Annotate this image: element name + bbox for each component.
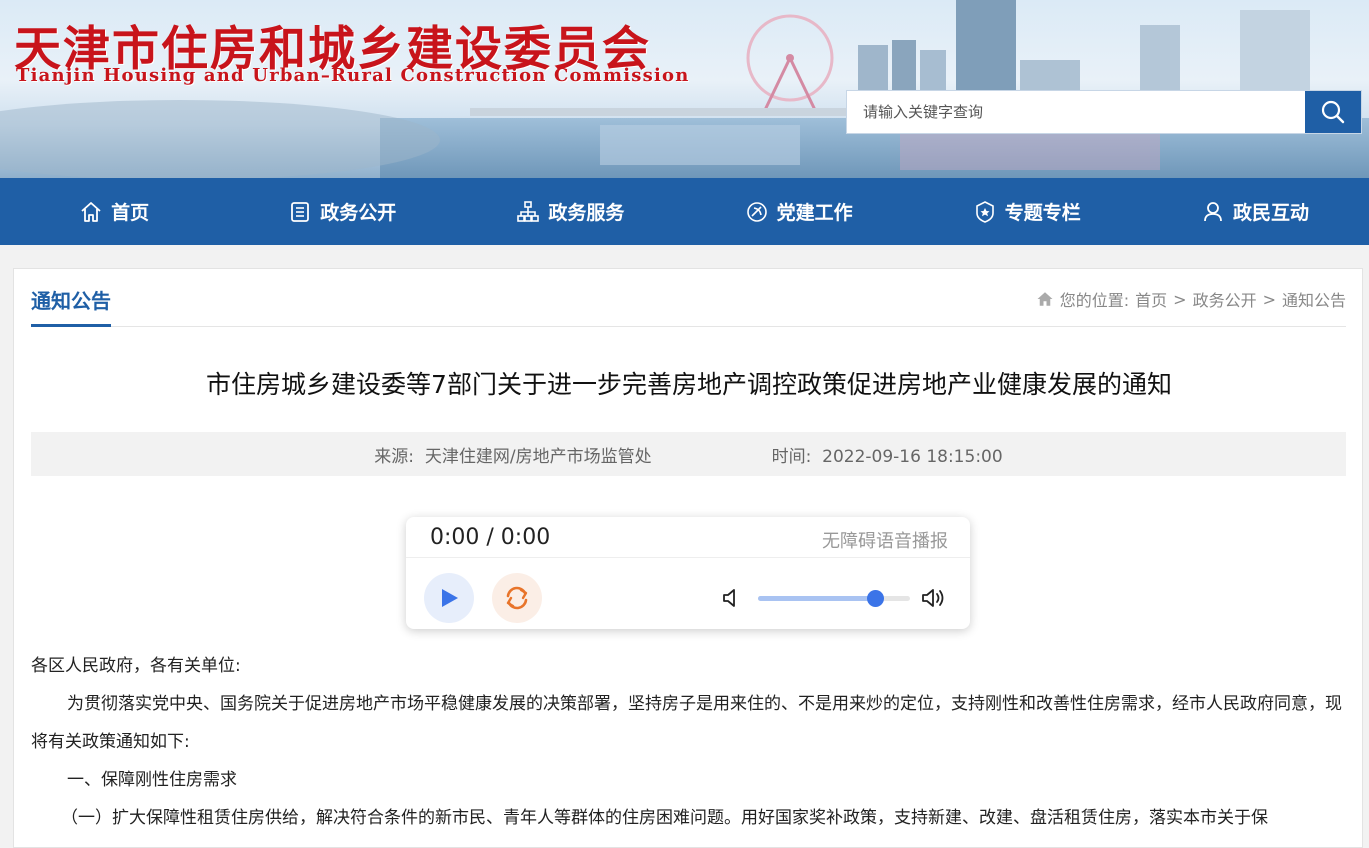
volume-max-button[interactable] (920, 585, 948, 615)
main-nav: 首页 政务公开 政务服务 党建工作 专题专栏 政民互动 (0, 178, 1369, 245)
nav-item-home[interactable]: 首页 (0, 178, 228, 245)
breadcrumb-link-notices[interactable]: 通知公告 (1282, 287, 1346, 311)
article-title: 市住房城乡建设委等7部门关于进一步完善房地产调控政策促进房地产业健康发展的通知 (206, 370, 1172, 399)
article-meta: 来源: 天津住建网/房地产市场监管处 时间: 2022-09-16 18:15:… (31, 432, 1346, 476)
volume-high-icon (922, 589, 944, 607)
breadcrumb-link-gov-affairs[interactable]: 政务公开 (1193, 287, 1257, 311)
play-icon (442, 589, 458, 607)
breadcrumb: 您的位置: 首页 > 政务公开 > 通知公告 (1036, 287, 1346, 311)
loop-button[interactable] (492, 573, 542, 623)
article-paragraph: 为贯彻落实党中央、国务院关于促进房地产市场平稳健康发展的决策部署，坚持房子是用来… (31, 694, 1342, 752)
article-paragraph: （一）扩大保障性租赁住房供给，解决符合条件的新市民、青年人等群体的住房困难问题。… (61, 808, 1268, 828)
audio-player: 0:00 / 0:00 无障碍语音播报 (406, 517, 970, 629)
play-button[interactable] (424, 573, 474, 623)
breadcrumb-prefix: 您的位置: (1059, 291, 1130, 310)
section-heading: 一、保障刚性住房需求 (67, 770, 237, 790)
nav-item-gov-services[interactable]: 政务服务 (456, 178, 684, 245)
source-value: 天津住建网/房地产市场监管处 (424, 446, 652, 467)
org-chart-icon (517, 200, 540, 222)
time-label: 时间: (771, 446, 812, 467)
mute-button[interactable] (720, 585, 746, 615)
article-time: 时间: 2022-09-16 18:15:00 (772, 442, 1003, 467)
player-time: 0:00 / 0:00 (430, 525, 551, 550)
search-button[interactable] (1305, 91, 1361, 133)
header-banner: 天津市住房和城乡建设委员会 Tianjin Housing and Urban–… (0, 0, 1369, 178)
section-title[interactable]: 通知公告 (31, 285, 111, 327)
volume-fill (758, 596, 876, 601)
source-label: 来源: (374, 446, 415, 467)
volume-handle[interactable] (867, 590, 885, 607)
breadcrumb-link-home[interactable]: 首页 (1135, 287, 1167, 311)
site-subtitle: Tianjin Housing and Urban–Rural Construc… (16, 65, 690, 86)
nav-item-special-topics[interactable]: 专题专栏 (913, 178, 1141, 245)
nav-item-interaction[interactable]: 政民互动 (1141, 178, 1369, 245)
section-header: 通知公告 您的位置: 首页 > 政务公开 > 通知公告 (31, 269, 1346, 327)
user-icon (1204, 201, 1222, 221)
salutation: 各区人民政府，各有关单位: (31, 656, 241, 676)
volume-low-icon (723, 589, 735, 607)
player-label: 无障碍语音播报 (822, 531, 948, 552)
nav-label: 政务公开 (320, 202, 397, 224)
breadcrumb-separator: > (1173, 289, 1187, 309)
volume-slider[interactable] (758, 590, 910, 607)
search-box (846, 90, 1362, 134)
article-source: 来源: 天津住建网/房地产市场监管处 (374, 442, 651, 467)
home-icon (81, 201, 101, 222)
badge-icon (975, 200, 994, 223)
loop-icon (506, 586, 528, 610)
content-card: 通知公告 您的位置: 首页 > 政务公开 > 通知公告 市住房城乡建设委等7部门… (13, 268, 1363, 848)
nav-item-party-building[interactable]: 党建工作 (685, 178, 913, 245)
article-body: 各区人民政府，各有关单位: 为贯彻落实党中央、国务院关于促进房地产市场平稳健康发… (31, 647, 1349, 837)
search-input[interactable] (847, 91, 1305, 133)
nav-label: 专题专栏 (1004, 202, 1081, 224)
breadcrumb-separator: > (1262, 289, 1276, 309)
nav-item-gov-affairs[interactable]: 政务公开 (228, 178, 456, 245)
search-icon (1321, 100, 1345, 124)
document-icon (291, 201, 310, 222)
nav-label: 首页 (111, 202, 150, 224)
player-divider (406, 557, 970, 558)
home-icon (1037, 292, 1053, 306)
nav-label: 政务服务 (548, 202, 625, 224)
nav-label: 政民互动 (1232, 202, 1309, 224)
time-value: 2022-09-16 18:15:00 (822, 446, 1003, 467)
nav-label: 党建工作 (776, 202, 853, 224)
party-emblem-icon (746, 201, 767, 222)
